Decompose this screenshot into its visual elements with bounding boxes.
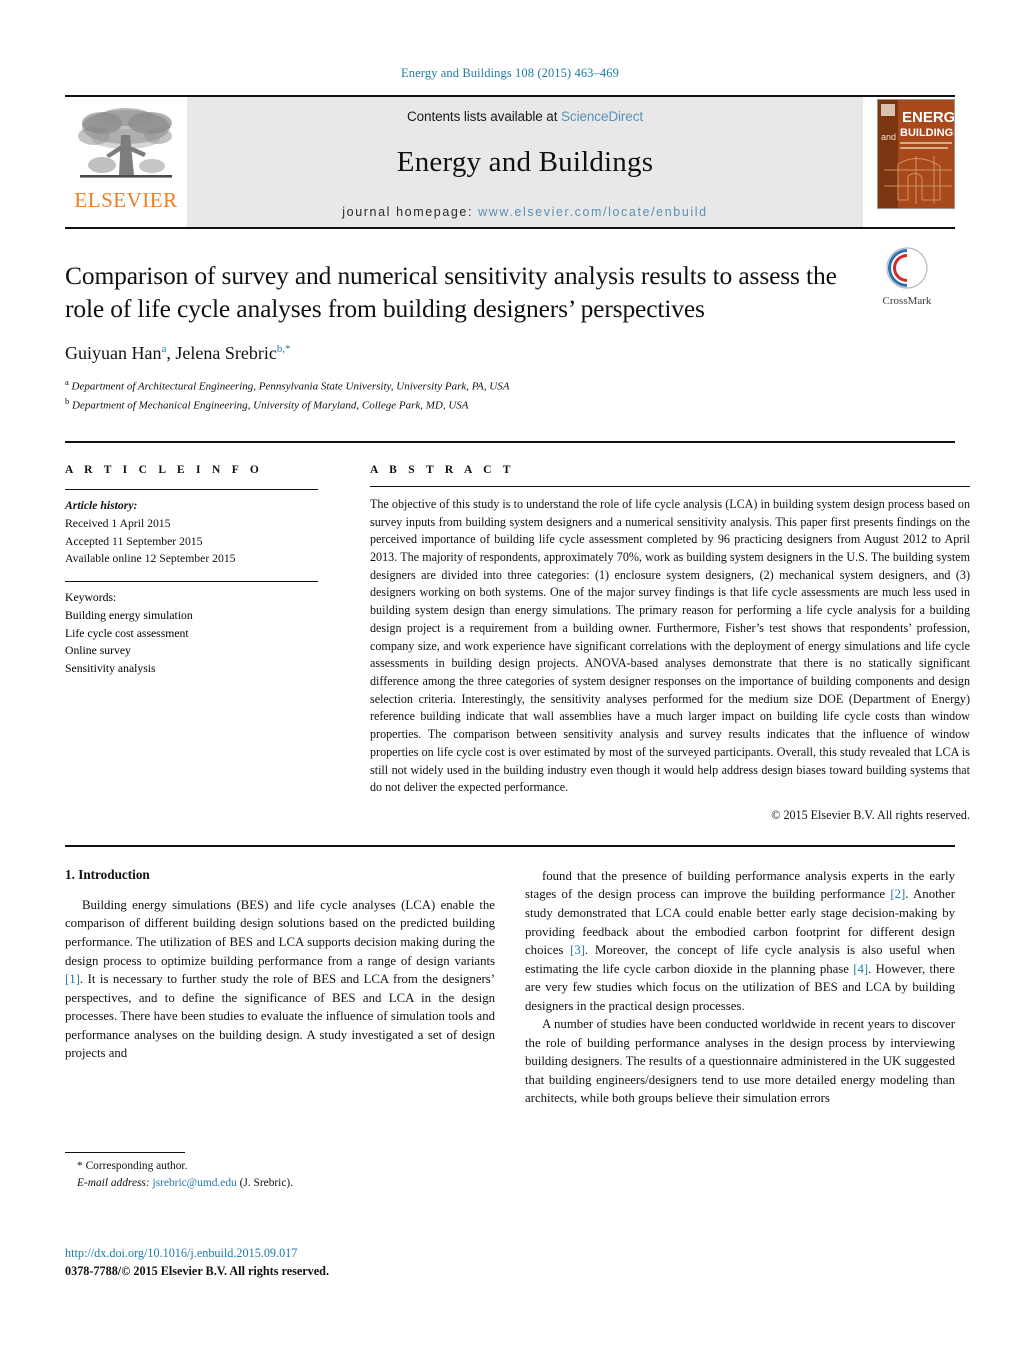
affiliation-b-text: Department of Mechanical Engineering, Un… — [72, 400, 469, 413]
journal-masthead: ELSEVIER Contents lists available at Sci… — [65, 95, 955, 227]
abstract-heading: A B S T R A C T — [370, 463, 515, 476]
homepage-url-link[interactable]: www.elsevier.com/locate/enbuild — [478, 205, 708, 219]
reference-link[interactable]: [3] — [570, 943, 585, 957]
svg-text:BUILDINGS: BUILDINGS — [900, 127, 955, 139]
sciencedirect-link[interactable]: ScienceDirect — [561, 109, 643, 124]
email-suffix: (J. Srebric). — [239, 1177, 294, 1190]
crossmark-icon — [886, 247, 928, 289]
crossmark-label: CrossMark — [882, 295, 932, 307]
doi-link[interactable]: http://dx.doi.org/10.1016/j.enbuild.2015… — [65, 1245, 525, 1263]
history-item: Received 1 April 2015 — [65, 516, 171, 530]
paragraph: A number of studies have been conducted … — [525, 1017, 955, 1106]
email-link[interactable]: jsrebric@umd.edu — [153, 1177, 237, 1189]
article-info-rule — [65, 488, 318, 490]
elsevier-tree-icon — [78, 108, 172, 178]
corresponding-author-line: * Corresponding author. — [65, 1158, 505, 1175]
reference-link[interactable]: [4] — [853, 962, 868, 976]
journal-homepage-line: journal homepage: www.elsevier.com/locat… — [342, 205, 707, 219]
corresponding-author-footnote: * Corresponding author. E-mail address: … — [65, 1152, 505, 1192]
keywords-block: Keywords: Building energy simulation Lif… — [65, 589, 360, 678]
footnote-rule — [65, 1152, 185, 1153]
journal-cover-image: ENERGY and BUILDINGS — [877, 99, 955, 209]
article-history-label: Article history: — [65, 498, 138, 512]
email-label: E-mail address: — [77, 1177, 150, 1190]
affiliation-a-text: Department of Architectural Engineering,… — [71, 380, 510, 393]
article-page: Energy and Buildings 108 (2015) 463–469 — [0, 0, 1020, 1351]
journal-cover-thumbnail[interactable]: ENERGY and BUILDINGS — [877, 97, 955, 227]
section-heading-introduction: 1. Introduction — [65, 866, 150, 882]
crossmark-badge[interactable]: CrossMark — [859, 247, 955, 307]
keyword-item: Life cycle cost assessment — [65, 626, 189, 640]
contents-prefix: Contents lists available at — [406, 109, 562, 124]
body-columns: 1. Introduction Building energy simulati… — [65, 867, 955, 1108]
body-column-right: found that the presence of building perf… — [525, 867, 955, 1108]
journal-band: Contents lists available at ScienceDirec… — [187, 97, 863, 227]
journal-title: Energy and Buildings — [396, 146, 654, 178]
paragraph: Building energy simulations (BES) and li… — [65, 897, 495, 1061]
affiliation-b: b Department of Mechanical Engineering, … — [65, 396, 469, 413]
abstract-column: A B S T R A C T The objective of this st… — [370, 464, 970, 823]
article-info-column: A R T I C L E I N F O Article history: R… — [65, 464, 370, 823]
keywords-rule — [65, 581, 318, 583]
email-line: E-mail address: jsrebric@umd.edu (J. Sre… — [65, 1175, 505, 1192]
reference-link[interactable]: [2] — [890, 887, 905, 901]
keywords-label: Keywords: — [65, 591, 117, 605]
svg-text:ENERGY: ENERGY — [902, 109, 955, 126]
abstract-text: The objective of this study is to unders… — [370, 496, 970, 795]
paragraph: found that the presence of building perf… — [525, 868, 955, 1013]
issn-copyright-line: 0378-7788/© 2015 Elsevier B.V. All right… — [65, 1263, 330, 1278]
author-list: Guiyuan Hana, Jelena Srebricb,* — [65, 342, 291, 363]
contents-available-line: Contents lists available at ScienceDirec… — [407, 109, 643, 124]
svg-text:and: and — [881, 132, 896, 142]
history-item: Accepted 11 September 2015 — [65, 534, 203, 548]
corresponding-author-label: Corresponding author. — [85, 1160, 188, 1172]
doi-block: http://dx.doi.org/10.1016/j.enbuild.2015… — [65, 1245, 525, 1280]
abstract-rule — [370, 485, 970, 487]
elsevier-logo: ELSEVIER — [65, 97, 187, 227]
cover-artwork: ENERGY and BUILDINGS — [878, 100, 955, 208]
keyword-item: Sensitivity analysis — [65, 662, 156, 676]
abstract-copyright: © 2015 Elsevier B.V. All rights reserved… — [771, 807, 970, 822]
article-info-heading: A R T I C L E I N F O — [65, 463, 264, 476]
elsevier-wordmark: ELSEVIER — [74, 188, 178, 212]
homepage-prefix: journal homepage: — [342, 205, 474, 219]
history-item: Available online 12 September 2015 — [65, 552, 236, 566]
asterisk-marker: * — [77, 1160, 83, 1172]
body-separator — [65, 844, 955, 847]
running-head: Energy and Buildings 108 (2015) 463–469 — [401, 66, 619, 80]
title-block: CrossMark Comparison of survey and numer… — [65, 227, 955, 415]
page-title: Comparison of survey and numerical sensi… — [65, 261, 837, 324]
keyword-item: Building energy simulation — [65, 608, 193, 622]
keyword-item: Online survey — [65, 644, 131, 658]
affiliation-a: a Department of Architectural Engineerin… — [65, 376, 510, 393]
reference-link[interactable]: [1] — [65, 972, 80, 986]
body-column-left: 1. Introduction Building energy simulati… — [65, 867, 495, 1108]
article-history: Article history: Received 1 April 2015 A… — [65, 497, 360, 568]
affiliation-list: a Department of Architectural Engineerin… — [65, 376, 955, 415]
info-abstract-section: A R T I C L E I N F O Article history: R… — [65, 440, 970, 823]
footnote-text: * Corresponding author. E-mail address: … — [65, 1158, 505, 1192]
